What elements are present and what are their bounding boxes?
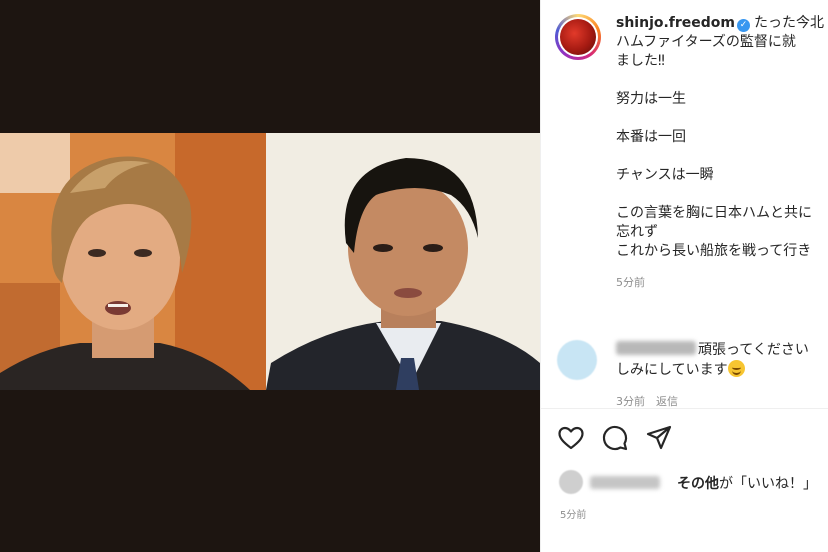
author-avatar[interactable] [555,14,601,60]
author-username[interactable]: shinjo.freedom [616,15,735,31]
comment-icon[interactable] [601,424,629,452]
author-avatar-image [560,19,596,55]
commenter-avatar[interactable] [557,340,597,380]
photo-left-portrait [0,133,266,390]
post-media[interactable] [0,0,540,552]
caption-line: たった今北 [754,15,825,31]
divider [541,408,828,409]
caption-line: ハムファイターズの監督に就 [616,34,796,50]
caption-line: この言葉を胸に日本ハムと共に [616,205,812,221]
caption-line: ました‼ [616,53,665,69]
heart-icon[interactable] [557,424,585,452]
caption-line: 努力は一生 [616,91,686,107]
caption-line: 忘れず [616,224,658,240]
likes-summary: その他が「いいね！」 [559,470,828,496]
caption-line: これから長い船旅を戦って行き [616,243,812,259]
post-timestamp[interactable]: 5分前 [560,506,586,521]
liker-username-blurred[interactable] [590,476,660,489]
liker-avatar[interactable] [559,470,583,494]
caption-timestamp[interactable]: 5分前 [616,273,828,292]
post-side-panel: shinjo.freedom ✓ たった今北 ハムファイターズの監督に就 ました‼ … [540,0,828,552]
caption-line: チャンスは一瞬 [616,167,714,183]
photo-right-portrait [266,133,540,390]
send-icon[interactable] [645,424,673,452]
verified-badge-icon: ✓ [737,19,751,32]
smiling-face-emoji-icon [727,360,745,377]
caption-line: 本番は一回 [616,129,686,145]
caption: shinjo.freedom ✓ たった今北 ハムファイターズの監督に就 ました‼ … [616,14,828,292]
comment-text: 頑張ってください しみにしています [616,341,809,378]
likes-others-link[interactable]: その他 [677,476,719,492]
comment-meta[interactable]: 3分前 返信 [616,393,678,409]
commenter-username-blurred[interactable] [616,341,696,355]
